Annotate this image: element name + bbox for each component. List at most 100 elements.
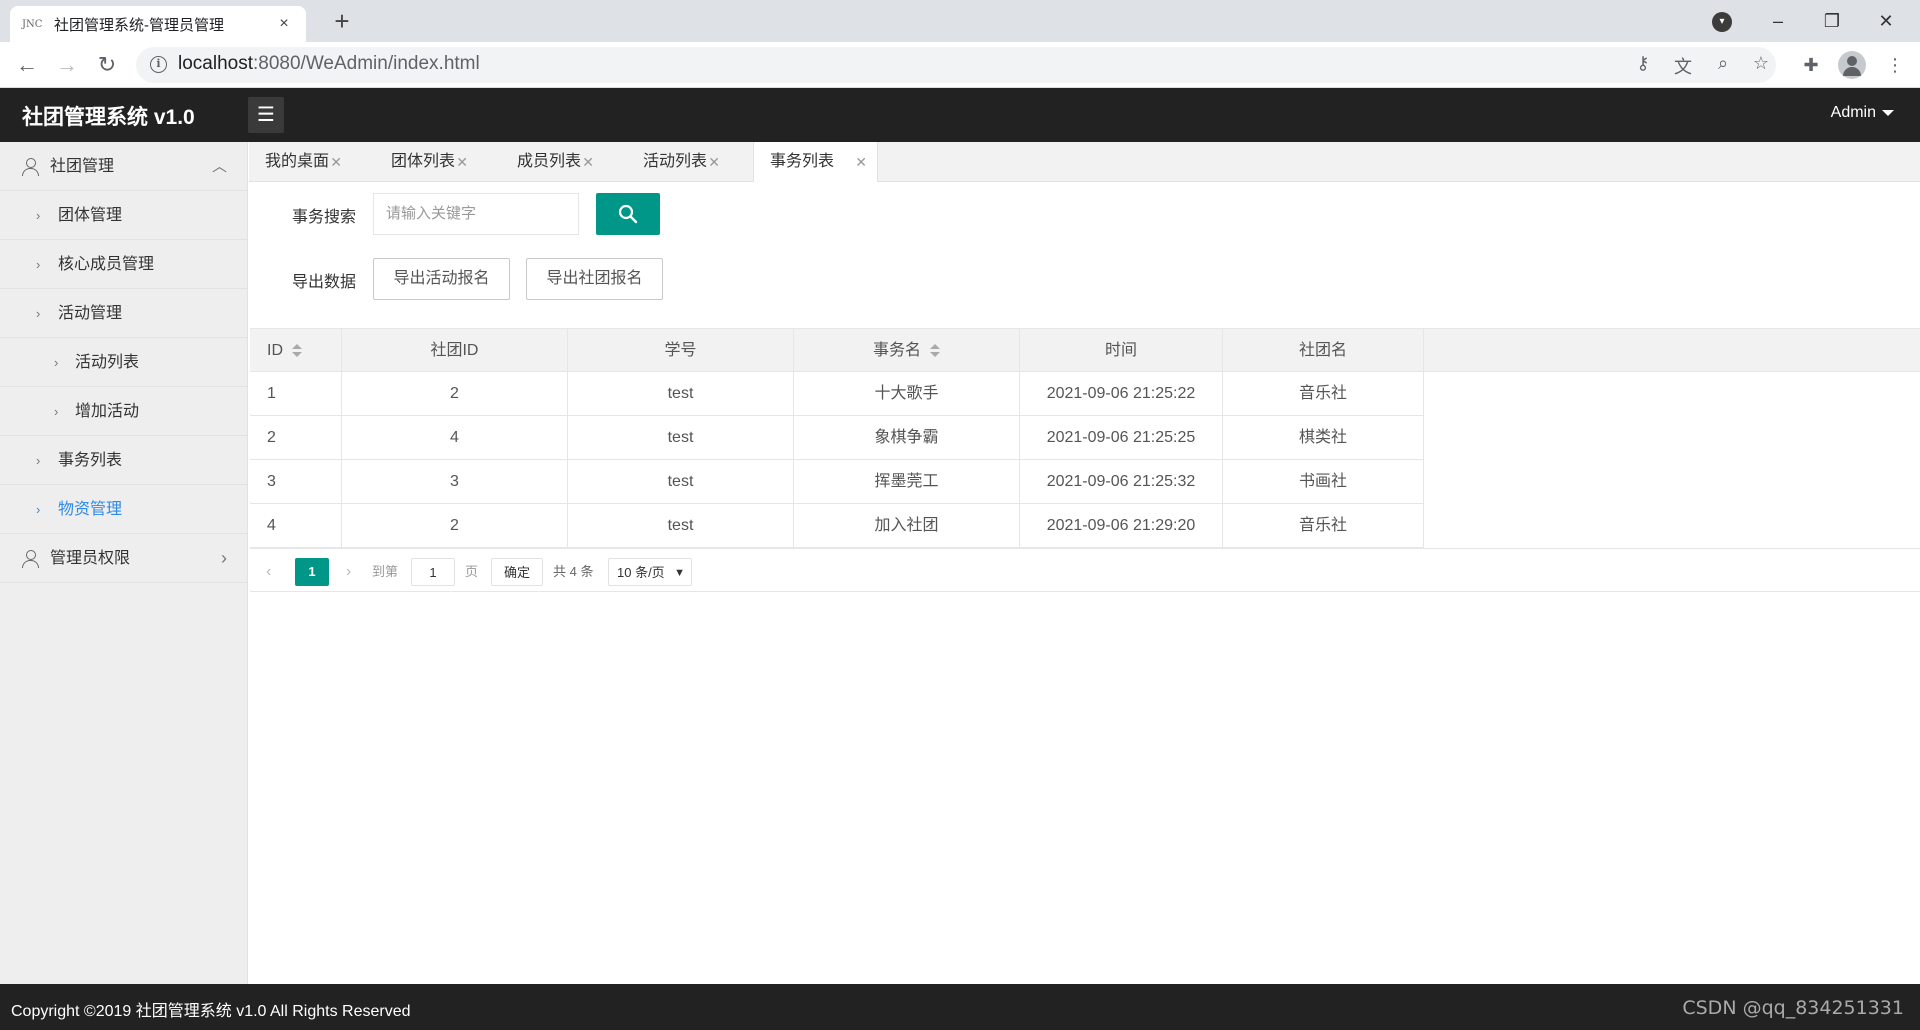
tab-label: 成员列表: [517, 153, 582, 170]
admin-menu[interactable]: Admin: [1831, 104, 1894, 122]
chevron-right-icon: ›: [36, 257, 41, 272]
caret-down-icon: [1882, 109, 1894, 116]
tab-team-list[interactable]: 团体列表 ✕: [375, 142, 478, 182]
sidebar-item-activity-list[interactable]: › 活动列表: [0, 338, 247, 387]
next-page-icon[interactable]: ›: [346, 558, 351, 586]
column-header-label: 事务名: [872, 342, 921, 359]
tab-label: 团体列表: [391, 153, 456, 170]
close-window-icon[interactable]: ✕: [1868, 6, 1904, 36]
reload-icon[interactable]: ↻: [92, 50, 122, 80]
cell-club-id: 4: [342, 416, 568, 460]
sort-icon[interactable]: [930, 343, 940, 358]
watermark-text: CSDN @qq_834251331: [1682, 997, 1904, 1019]
sort-icon[interactable]: [292, 343, 302, 358]
prev-page-icon[interactable]: ‹: [266, 558, 271, 586]
chevron-right-icon: ›: [36, 502, 41, 517]
search-label: 事务搜索: [292, 209, 357, 226]
zoom-icon[interactable]: ⌕: [1710, 53, 1736, 74]
cell-club-name: 棋类社: [1223, 416, 1424, 460]
search-input[interactable]: 请输入关键字: [373, 193, 579, 235]
export-label: 导出数据: [292, 274, 357, 291]
tab-member-list[interactable]: 成员列表 ✕: [501, 142, 604, 182]
close-icon[interactable]: ✕: [582, 142, 594, 182]
page-size-select[interactable]: 10 条/页 ▼: [608, 558, 692, 586]
chevron-right-icon: ›: [54, 404, 59, 419]
close-icon[interactable]: ✕: [855, 142, 867, 182]
more-menu-icon[interactable]: ⋮: [1882, 55, 1908, 76]
bookmark-star-icon[interactable]: ☆: [1748, 53, 1774, 74]
search-icon: [618, 204, 638, 224]
sidebar-item-core-members[interactable]: › 核心成员管理: [0, 240, 247, 289]
profile-avatar[interactable]: [1838, 51, 1866, 79]
column-header-id[interactable]: ID: [250, 329, 342, 373]
info-icon[interactable]: i: [150, 56, 167, 73]
forward-icon[interactable]: →: [52, 50, 82, 80]
tab-desktop[interactable]: 我的桌面 ✕: [249, 142, 352, 182]
goto-confirm-button[interactable]: 确定: [491, 558, 543, 586]
cell-id: 1: [250, 372, 342, 416]
extensions-icon[interactable]: ✚: [1798, 55, 1824, 76]
sidebar-group-admin[interactable]: 管理员权限 ›: [0, 534, 247, 583]
page-size-value: 10 条/页: [617, 565, 665, 580]
sidebar-item-label: 增加活动: [75, 403, 140, 420]
column-header-affair-name[interactable]: 事务名: [794, 329, 1020, 373]
sidebar-item-label: 活动管理: [58, 305, 123, 322]
total-count: 共 4 条: [553, 564, 594, 579]
cell-club-id: 3: [342, 460, 568, 504]
sidebar-group-club[interactable]: 社团管理 ︿: [0, 142, 247, 191]
table-row[interactable]: 1 2 test 十大歌手 2021-09-06 21:25:22 音乐社: [250, 372, 1424, 416]
tab-label: 我的桌面: [265, 153, 330, 170]
sidebar-item-add-activity[interactable]: › 增加活动: [0, 387, 247, 436]
translate-icon[interactable]: 文: [1670, 53, 1696, 79]
goto-prefix: 到第: [372, 564, 399, 579]
sidebar-item-label: 核心成员管理: [58, 256, 155, 273]
cell-student-no: test: [568, 372, 794, 416]
table-row[interactable]: 4 2 test 加入社团 2021-09-06 21:29:20 音乐社: [250, 504, 1424, 548]
export-activity-button[interactable]: 导出活动报名: [373, 258, 510, 300]
table-row[interactable]: 3 3 test 挥墨莞工 2021-09-06 21:25:32 书画社: [250, 460, 1424, 504]
close-icon[interactable]: ✕: [708, 142, 720, 182]
restore-icon[interactable]: ❐: [1814, 6, 1850, 36]
cell-affair-name: 象棋争霸: [794, 416, 1020, 460]
user-icon: [22, 550, 40, 568]
cell-id: 2: [250, 416, 342, 460]
tab-activity-list[interactable]: 活动列表 ✕: [627, 142, 730, 182]
cell-club-name: 书画社: [1223, 460, 1424, 504]
back-icon[interactable]: ←: [12, 50, 42, 80]
sidebar-item-materials[interactable]: › 物资管理: [0, 485, 247, 534]
new-tab-button[interactable]: +: [326, 6, 358, 38]
cell-time: 2021-09-06 21:25:32: [1020, 460, 1223, 504]
sidebar-item-activities[interactable]: › 活动管理: [0, 289, 247, 338]
close-icon[interactable]: ✕: [456, 142, 468, 182]
cell-club-id: 2: [342, 372, 568, 416]
app-header: 社团管理系统 v1.0 ☰ Admin: [0, 88, 1920, 142]
table-row[interactable]: 2 4 test 象棋争霸 2021-09-06 21:25:25 棋类社: [250, 416, 1424, 460]
export-club-button[interactable]: 导出社团报名: [526, 258, 663, 300]
key-icon[interactable]: ⚷: [1630, 53, 1656, 74]
search-button[interactable]: [596, 193, 660, 235]
sidebar-item-affairs[interactable]: › 事务列表: [0, 436, 247, 485]
url-host: localhost: [178, 53, 253, 74]
close-icon[interactable]: ✕: [330, 142, 342, 182]
tab-affair-list[interactable]: 事务列表 ✕: [753, 142, 878, 183]
minimize-icon[interactable]: –: [1760, 6, 1796, 36]
chevron-right-icon: ›: [36, 453, 41, 468]
table-header: ID 社团ID 学号 事务名 时间 社团名: [250, 328, 1920, 373]
close-tab-icon[interactable]: ×: [274, 15, 294, 33]
page-current[interactable]: 1: [295, 558, 329, 586]
main-tabbar: 我的桌面 ✕ 团体列表 ✕ 成员列表 ✕ 活动列表 ✕ 事务列表 ✕: [249, 142, 1920, 183]
goto-page-input[interactable]: 1: [411, 558, 455, 586]
browser-tab[interactable]: JNC 社团管理系统-管理员管理 ×: [10, 6, 306, 42]
sidebar-item-team[interactable]: › 团体管理: [0, 191, 247, 240]
cell-club-id: 2: [342, 504, 568, 548]
app-title: 社团管理系统 v1.0: [22, 106, 195, 129]
chevron-right-icon: ›: [221, 548, 227, 568]
cell-student-no: test: [568, 416, 794, 460]
favicon-icon: JNC: [22, 18, 43, 30]
column-header-time: 时间: [1020, 329, 1223, 373]
url-input[interactable]: i localhost:8080/WeAdmin/index.html ⚷ 文 …: [136, 47, 1776, 83]
main-content: 事务搜索 请输入关键字 导出数据 导出活动报名 导出社团报名 ID 社团ID 学…: [249, 182, 1920, 984]
url-path: :8080/WeAdmin/index.html: [253, 53, 480, 74]
tab-search-icon[interactable]: ▾: [1712, 12, 1732, 32]
menu-toggle-button[interactable]: ☰: [248, 97, 284, 133]
